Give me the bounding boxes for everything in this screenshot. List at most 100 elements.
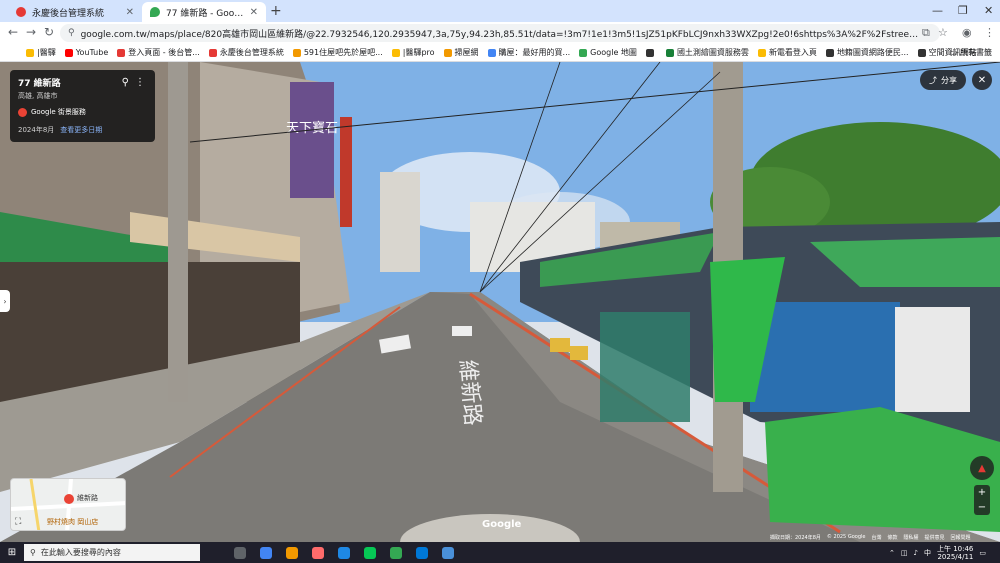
footer-item: © 2025 Google (826, 534, 866, 540)
close-icon: ✕ (977, 74, 987, 86)
ime-icon[interactable]: 中 (924, 548, 931, 558)
footer-item[interactable]: 條款 (887, 534, 897, 542)
window-close-icon[interactable]: ✕ (984, 4, 993, 17)
site-info-icon[interactable]: ⚲ (68, 28, 75, 38)
bookmark-label: |醫驛 (37, 48, 56, 57)
bookmark-label: Google 地圖 (590, 48, 637, 57)
bookmark-label: YouTube (75, 48, 109, 57)
minimap[interactable]: 維新路 野村燒肉 岡山店 ⛶ (10, 478, 126, 531)
install-icon[interactable]: ⧉ (922, 26, 930, 40)
system-tray: ⌃ ◫ ♪ 中 上午 10:46 2025/4/11 ▭ (889, 542, 986, 563)
bookmark-item[interactable] (645, 48, 657, 57)
bookmark-label: 登入頁面 - 後台管... (128, 48, 200, 57)
bookmark-star-icon[interactable]: ☆ (938, 26, 948, 39)
taskbar-app-icon[interactable] (286, 546, 298, 559)
taskbar-app-icon[interactable] (338, 546, 350, 559)
more-dates-link[interactable]: 查看更多日期 (60, 125, 102, 135)
bookmark-item[interactable]: 591住屋吧先於屋吧... (292, 47, 383, 58)
location-info-card: 77 維新路 高雄, 高雄市 Google 街景服務 2024年8月 查看更多日… (10, 70, 155, 142)
google-logo-icon (18, 107, 27, 117)
bookmark-item[interactable]: 地籍圖資網路便民... (825, 47, 909, 58)
google-watermark: Google (482, 519, 522, 530)
tab-title: 永慶後台管理系統 (32, 8, 105, 19)
address-bar[interactable]: ⚲ google.com.tw/maps/place/820高雄市岡山區維新路/… (60, 24, 940, 42)
taskbar-search[interactable]: ⚲ 在此輸入要搜尋的內容 (24, 544, 200, 561)
bookmark-favicon-icon (26, 48, 34, 57)
tab-favicon-icon (16, 7, 26, 17)
clock[interactable]: 上午 10:46 2025/4/11 (937, 545, 973, 561)
taskbar-app-icon[interactable] (390, 546, 402, 559)
all-bookmarks-label: 所有書籤 (960, 48, 992, 57)
close-street-view-button[interactable]: ✕ (972, 70, 992, 90)
chevron-right-icon: › (3, 296, 7, 306)
expand-map-icon[interactable]: ⛶ (15, 517, 21, 527)
bookmark-label: 國土測繪圖資服務雲 (676, 48, 749, 57)
footer-item: 擷取日期：2024年8月 (770, 535, 821, 541)
bookmark-item[interactable]: |醫驛pro (391, 47, 435, 58)
location-pin-icon[interactable]: ⚲ (122, 77, 129, 88)
menu-icon[interactable]: ⋮ (984, 26, 995, 39)
browser-toolbar: ← → ↻ ⚲ google.com.tw/maps/place/820高雄市岡… (0, 22, 1000, 44)
bookmark-item[interactable]: 新電看登入頁 (757, 47, 817, 58)
bookmark-item[interactable]: Google 地圖 (579, 47, 637, 58)
network-icon[interactable]: ◫ (901, 549, 908, 557)
all-bookmarks-button[interactable]: ▭ 所有書籤 (950, 47, 992, 58)
forward-icon[interactable]: → (26, 25, 36, 39)
bookmark-item[interactable]: YouTube (64, 48, 109, 57)
close-icon[interactable]: ✕ (250, 7, 258, 18)
bookmark-label: 地籍圖資網路便民... (836, 48, 909, 57)
close-icon[interactable]: ✕ (126, 7, 134, 18)
windows-start-icon[interactable]: ⊞ (0, 547, 24, 558)
tab-strip: 永慶後台管理系統 ✕ 77 維新路 - Google 地圖 ✕ + — ❐ ✕ (0, 0, 1000, 22)
bookmark-label: 591住屋吧先於屋吧... (303, 48, 383, 57)
share-icon: ⤴ (929, 75, 937, 85)
windows-taskbar: ⊞ ⚲ 在此輸入要搜尋的內容 ⌃ ◫ ♪ 中 上午 10:46 2025/4/1… (0, 542, 1000, 563)
taskbar-app-icon[interactable] (416, 546, 428, 559)
compass-icon[interactable]: ▲ (970, 456, 994, 480)
bookmark-label: 永慶後台管理系統 (219, 48, 284, 57)
bookmark-favicon-icon (917, 48, 926, 57)
bookmark-favicon-icon (64, 48, 73, 57)
tray-chevron-icon[interactable]: ⌃ (889, 549, 895, 557)
reload-icon[interactable]: ↻ (44, 25, 54, 39)
clock-date: 2025/4/11 (937, 552, 974, 561)
zoom-in-button[interactable]: + (978, 487, 986, 498)
bookmark-item[interactable]: 國土測繪圖資服務雲 (665, 47, 749, 58)
bookmark-favicon-icon (665, 48, 674, 57)
back-icon[interactable]: ← (8, 25, 18, 39)
bookmark-item[interactable]: 登入頁面 - 後台管... (117, 47, 200, 58)
profile-icon[interactable]: ◉ (962, 26, 972, 39)
footer-item[interactable]: 回報問題 (951, 534, 971, 542)
share-button[interactable]: ⤴ 分享 (920, 70, 966, 90)
side-panel-toggle[interactable]: › (0, 290, 10, 312)
bookmark-favicon-icon (757, 48, 766, 57)
taskbar-app-icon[interactable] (364, 546, 376, 559)
maps-pin-icon (150, 7, 160, 17)
volume-icon[interactable]: ♪ (914, 549, 918, 557)
footer-item[interactable]: 隱私權 (904, 534, 919, 542)
bookmarks-bar: |醫驛 YouTube 登入頁面 - 後台管... 永慶後台管理系統 591住屋吧先於屋… (0, 44, 1000, 62)
bookmark-item[interactable]: |醫驛 (26, 47, 56, 58)
search-placeholder: 在此輸入要搜尋的內容 (40, 548, 121, 557)
footer-item[interactable]: 提供意見 (925, 534, 945, 542)
new-tab-icon[interactable]: + (270, 3, 282, 19)
footer-item[interactable]: 台灣 (871, 534, 881, 542)
taskbar-app-icon[interactable] (312, 546, 324, 559)
region-text: 高雄, 高雄市 (18, 92, 58, 100)
search-icon: ⚲ (30, 548, 36, 557)
more-options-icon[interactable]: ⋮ (135, 77, 145, 88)
bookmark-favicon-icon (645, 48, 654, 57)
bookmark-item[interactable]: 掃屋網 (443, 47, 479, 58)
taskbar-app-icon[interactable] (260, 546, 272, 559)
taskbar-app-icon[interactable] (442, 546, 454, 559)
minimize-icon[interactable]: — (932, 4, 943, 17)
zoom-out-button[interactable]: − (978, 502, 986, 513)
tab-google-maps[interactable]: 77 維新路 - Google 地圖 ✕ (142, 2, 266, 22)
notification-icon[interactable]: ▭ (979, 549, 986, 557)
minimap-poi-label: 野村燒肉 岡山店 (47, 518, 99, 526)
bookmark-item[interactable]: 永慶後台管理系統 (208, 47, 284, 58)
tab-yongqing[interactable]: 永慶後台管理系統 ✕ (8, 2, 142, 22)
bookmark-item[interactable]: 購屋：最好用的買... (487, 47, 570, 58)
maximize-icon[interactable]: ❐ (958, 4, 968, 17)
taskbar-app-icon[interactable] (234, 546, 246, 559)
